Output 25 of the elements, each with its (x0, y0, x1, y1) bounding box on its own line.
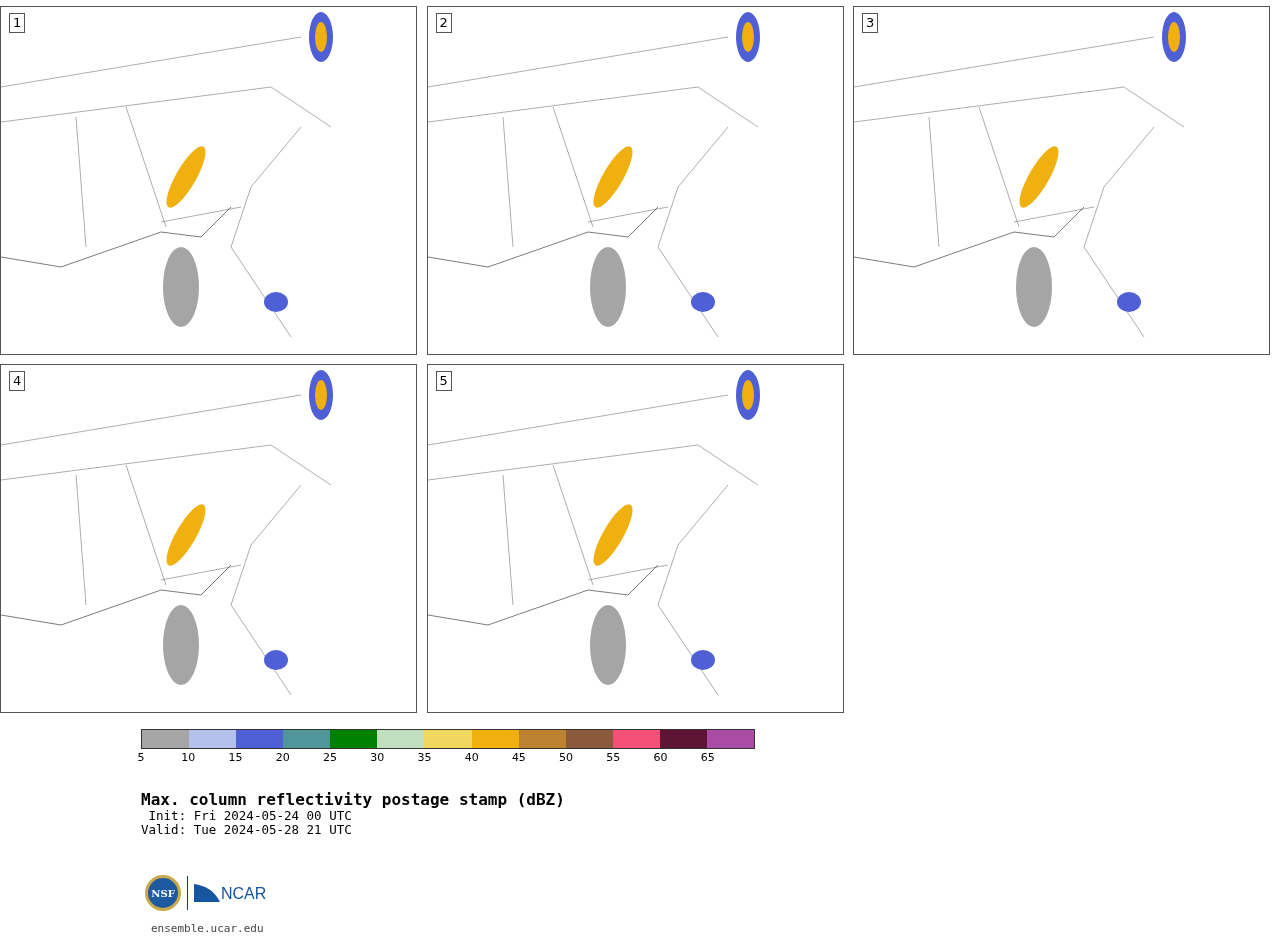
tick-label: 30 (370, 751, 385, 764)
tick-label: 50 (559, 751, 574, 764)
tick-label: 20 (275, 751, 290, 764)
tick-label: 55 (606, 751, 621, 764)
tick-label: 35 (417, 751, 432, 764)
website-link[interactable]: ensemble.ucar.edu (151, 922, 264, 935)
tick-label: 10 (181, 751, 196, 764)
ncar-logo-icon (194, 884, 220, 902)
chart-title: Max. column reflectivity postage stamp (dBZ) (141, 791, 566, 809)
panel-number: 4 (9, 371, 26, 391)
tick-label: 65 (700, 751, 715, 764)
panel-number: 3 (862, 13, 879, 33)
tick-label: 25 (322, 751, 337, 764)
tick-label: 40 (464, 751, 479, 764)
tick-label: 60 (653, 751, 668, 764)
panel-number: 2 (435, 13, 452, 33)
panel-number: 1 (9, 13, 26, 33)
init-time: Init: Fri 2024-05-24 00 UTC (147, 809, 353, 823)
ncar-logo: NCAR (221, 886, 267, 902)
panel-number: 5 (435, 371, 452, 391)
tick-label: 45 (511, 751, 526, 764)
valid-time: Valid: Tue 2024-05-28 21 UTC (141, 823, 353, 837)
nsf-logo: NSF (145, 875, 181, 911)
tick-label: 5 (137, 751, 145, 764)
tick-label: 15 (228, 751, 243, 764)
